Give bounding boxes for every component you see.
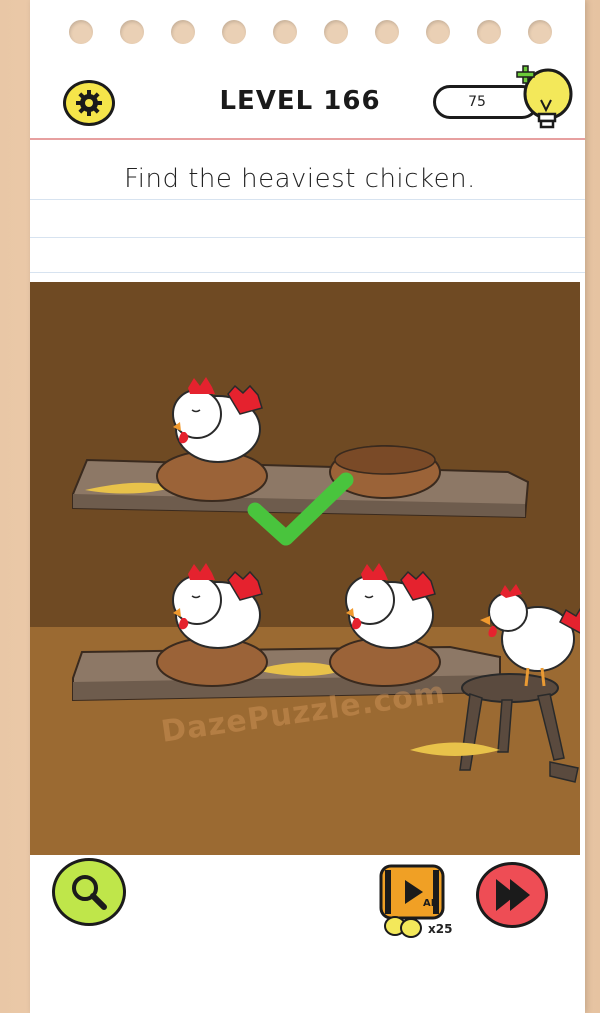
binder-holes (30, 0, 585, 70)
search-icon (72, 875, 107, 910)
ruled-line (30, 199, 585, 200)
header-divider (30, 138, 585, 140)
empty-nest (329, 445, 441, 499)
ad-badge: AD (423, 898, 440, 909)
next-button[interactable] (476, 862, 548, 928)
game-scene (30, 282, 580, 855)
question-text: Find the heaviest chicken. (124, 164, 476, 194)
ruled-line (30, 237, 585, 238)
next-arrow-icon (496, 879, 530, 911)
ruled-line (30, 272, 585, 273)
search-button[interactable] (52, 858, 126, 926)
hint-count-value: 75 (468, 94, 486, 110)
ad-multiplier: x25 (428, 922, 453, 936)
lightbulb-plus-icon[interactable] (513, 62, 575, 134)
